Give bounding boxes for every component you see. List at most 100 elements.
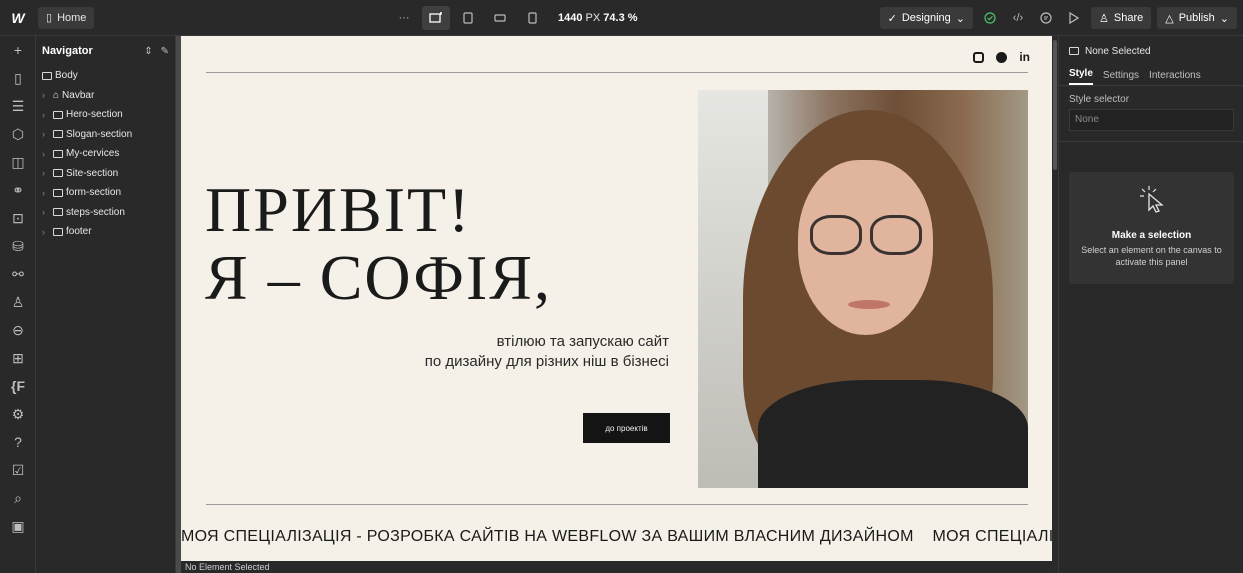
hero-heading-line1: ПРИВІТ!: [205, 174, 472, 245]
style-selector-input[interactable]: None: [1069, 109, 1234, 131]
assets-icon[interactable]: ⊡: [0, 204, 36, 232]
navigator-icon[interactable]: ☰: [0, 92, 36, 120]
navigator-title: Navigator: [42, 45, 93, 57]
status-bar: No Element Selected: [181, 561, 1052, 573]
chevron-right-icon[interactable]: ›: [42, 168, 50, 178]
comment-icon[interactable]: [1035, 7, 1057, 29]
tree-item-navbar[interactable]: › ⌂ Navbar: [42, 86, 175, 106]
share-button[interactable]: ♙ Share: [1091, 7, 1152, 29]
tree-item-footer[interactable]: › footer: [42, 222, 175, 242]
share-label: Share: [1113, 12, 1144, 24]
code-icon[interactable]: ‹/›: [1007, 7, 1029, 29]
section-icon: [53, 130, 63, 139]
finsweet-icon[interactable]: {F: [0, 372, 36, 400]
selection-label: None Selected: [1085, 45, 1151, 57]
tree-item-label: footer: [66, 226, 92, 238]
top-divider: [206, 72, 1028, 73]
expand-collapse-icon[interactable]: ⇕: [144, 46, 152, 57]
tree-item-label: Hero-section: [66, 109, 123, 121]
top-bar: W ▯ Home ··· 1440 PX 74.3 % ✓ Designing …: [0, 0, 1243, 36]
tab-interactions[interactable]: Interactions: [1149, 70, 1201, 85]
page-icon: ▯: [46, 12, 53, 24]
mobile-portrait-icon[interactable]: [518, 6, 546, 30]
add-elements-icon[interactable]: +: [0, 36, 36, 64]
canvas-unit: PX: [585, 12, 601, 24]
tree-item-label: Body: [55, 70, 78, 82]
tree-item-form-section[interactable]: › form-section: [42, 183, 175, 203]
empty-description: Select an element on the canvas to activ…: [1081, 245, 1222, 267]
publish-label: Publish: [1178, 12, 1215, 24]
canvas-width: 1440: [558, 12, 583, 24]
selection-row: None Selected: [1059, 36, 1243, 66]
linkedin-icon[interactable]: in: [1019, 50, 1030, 64]
chevron-right-icon[interactable]: ›: [42, 207, 50, 217]
check-circle-icon[interactable]: [979, 7, 1001, 29]
chevron-right-icon[interactable]: ›: [42, 188, 50, 198]
components-icon[interactable]: ⬡: [0, 120, 36, 148]
navigator-header: Navigator ⇕ ✎: [36, 36, 175, 66]
mode-dropdown[interactable]: ✓ Designing ⌄: [879, 7, 973, 29]
preview-play-icon[interactable]: [1063, 7, 1085, 29]
tree-item-label: steps-section: [66, 206, 125, 218]
breakpoint-toolbar: ··· 1440 PX 74.3 %: [390, 6, 638, 30]
tree-item-body[interactable]: Body: [42, 66, 175, 86]
tablet-breakpoint-icon[interactable]: [454, 6, 482, 30]
tree-item-my-cervices[interactable]: › My-cervices: [42, 144, 175, 164]
canvas-dimensions: 1440 PX 74.3 %: [558, 12, 638, 24]
tree-item-label: Site-section: [66, 167, 119, 179]
hero-heading[interactable]: ПРИВІТ! Я – СОФІЯ,: [205, 176, 552, 312]
telegram-icon[interactable]: [996, 51, 1008, 63]
page-selector-button[interactable]: ▯ Home: [38, 6, 95, 29]
tree-item-label: Navbar: [62, 89, 95, 101]
hero-subtitle-line2: по дизайну для різних ніш в бізнесі: [424, 353, 669, 370]
logic-icon[interactable]: ⚯: [0, 260, 36, 288]
projects-button[interactable]: до проектів: [583, 413, 670, 443]
search-icon[interactable]: ⌕: [0, 484, 36, 512]
tree-item-label: form-section: [66, 187, 122, 199]
hero-subtitle-line1: втілюю та запускаю сайт: [496, 333, 669, 350]
chevron-right-icon[interactable]: ›: [42, 129, 50, 139]
tree-item-hero-section[interactable]: › Hero-section: [42, 105, 175, 125]
empty-selection-card: Make a selection Select an element on th…: [1069, 172, 1234, 284]
cms-icon[interactable]: ⛁: [0, 232, 36, 260]
cursor-click-icon: [1069, 184, 1234, 220]
help-icon[interactable]: ?: [0, 428, 36, 456]
style-selectors-icon[interactable]: ⚭: [0, 176, 36, 204]
variables-icon[interactable]: ◫: [0, 148, 36, 176]
tab-settings[interactable]: Settings: [1103, 70, 1139, 85]
design-canvas[interactable]: in ПРИВІТ! Я – СОФІЯ, втілюю та запускаю…: [181, 36, 1052, 561]
rocket-icon: △: [1165, 12, 1174, 25]
panel-divider: [1059, 141, 1243, 142]
desktop-breakpoint-icon[interactable]: [422, 6, 450, 30]
settings-icon[interactable]: ⚙: [0, 400, 36, 428]
tree-item-label: Slogan-section: [66, 128, 133, 140]
chevron-right-icon[interactable]: ›: [42, 227, 50, 237]
audit-icon[interactable]: ☑: [0, 456, 36, 484]
chevron-right-icon[interactable]: ›: [42, 110, 50, 120]
ecommerce-icon[interactable]: ⊖: [0, 316, 36, 344]
chevron-right-icon[interactable]: ›: [42, 90, 50, 100]
social-links: in: [973, 50, 1030, 64]
hero-heading-line2: Я – СОФІЯ,: [205, 242, 552, 313]
hero-photo[interactable]: [698, 90, 1028, 488]
right-toolbar: ✓ Designing ⌄ ‹/› ♙ Share △ Publish ⌄: [879, 6, 1237, 30]
pages-icon[interactable]: ▯: [0, 64, 36, 92]
tree-item-steps-section[interactable]: › steps-section: [42, 203, 175, 223]
chevron-right-icon[interactable]: ›: [42, 149, 50, 159]
pin-icon[interactable]: ✎: [161, 46, 169, 57]
mobile-landscape-icon[interactable]: [486, 6, 514, 30]
specialization-marquee[interactable]: МОЯ СПЕЦІАЛІЗАЦІЯ - РОЗРОБКА САЙТІВ НА W…: [181, 528, 1052, 546]
users-icon[interactable]: ♙: [0, 288, 36, 316]
more-breakpoints-button[interactable]: ···: [390, 6, 418, 30]
tree-item-slogan-section[interactable]: › Slogan-section: [42, 125, 175, 145]
apps-icon[interactable]: ⊞: [0, 344, 36, 372]
tab-style[interactable]: Style: [1069, 68, 1093, 85]
box-icon: [1069, 47, 1079, 55]
webflow-logo[interactable]: W: [0, 0, 36, 36]
hero-subtitle[interactable]: втілюю та запускаю сайт по дизайну для р…: [425, 332, 669, 372]
home-icon: ⌂: [53, 89, 60, 101]
publish-button[interactable]: △ Publish ⌄: [1157, 7, 1237, 29]
video-icon[interactable]: ▣: [0, 512, 36, 540]
tree-item-site-section[interactable]: › Site-section: [42, 164, 175, 184]
instagram-icon[interactable]: [973, 51, 985, 63]
